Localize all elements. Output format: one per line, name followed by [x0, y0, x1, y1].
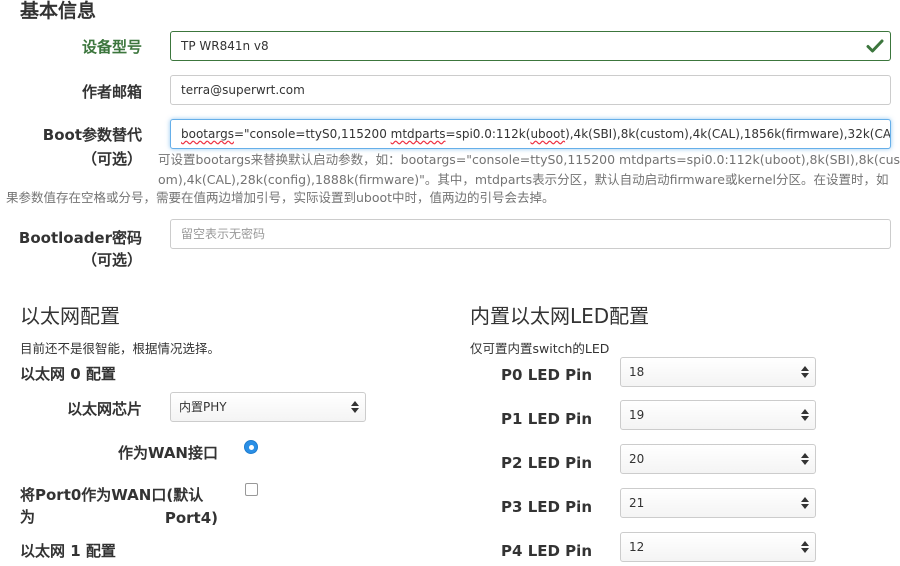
select-arrows-icon	[801, 409, 809, 421]
boot-args-label: Boot参数替代	[42, 126, 142, 144]
p3-led-pin-value: 21	[629, 496, 645, 510]
boot-args-text-3: =spi0.0:112k(	[445, 127, 531, 141]
boot-args-word-uboot: uboot	[530, 127, 566, 141]
author-email-value: terra@superwrt.com	[181, 83, 305, 97]
p2-led-pin-select[interactable]: 20	[620, 444, 816, 474]
device-model-value: TP WR841n v8	[181, 39, 269, 53]
eth1-config-title: 以太网 1 配置	[20, 542, 116, 560]
select-arrows-icon	[801, 366, 809, 378]
p2-led-pin-label: P2 LED Pin	[501, 454, 592, 472]
boot-args-help-line1: 可设置bootargs来替换默认启动参数，如：bootargs="console…	[158, 152, 900, 167]
select-arrows-icon	[801, 541, 809, 553]
led-config-title: 内置以太网LED配置	[470, 304, 650, 328]
author-email-input[interactable]: terra@superwrt.com	[170, 75, 891, 105]
ethernet-config-title: 以太网配置	[20, 304, 120, 328]
bootloader-password-label: Bootloader密码	[18, 229, 142, 247]
p0-led-pin-label: P0 LED Pin	[501, 366, 592, 384]
p3-led-pin-select[interactable]: 21	[620, 488, 816, 518]
select-arrows-icon	[801, 497, 809, 509]
p4-led-pin-label: P4 LED Pin	[501, 542, 592, 560]
p1-led-pin-value: 19	[629, 408, 645, 422]
boot-args-word-mtdparts: mtdparts	[390, 127, 446, 141]
device-model-label: 设备型号	[81, 38, 142, 56]
p4-led-pin-value: 12	[629, 540, 645, 554]
boot-args-text-2: ="console=ttyS0,115200	[233, 127, 391, 141]
p2-led-pin-value: 20	[629, 452, 645, 466]
boot-args-optional-label: （可选）	[81, 150, 142, 168]
boot-args-help-line3: 果参数值存在空格或分号，需要在值两边增加引号，实际设置到uboot中时，值两边的…	[6, 190, 555, 205]
p1-led-pin-label: P1 LED Pin	[501, 410, 592, 428]
port0-wan-checkbox[interactable]	[245, 483, 258, 496]
p0-led-pin-value: 18	[629, 365, 645, 379]
ethernet-chip-select[interactable]: 内置PHY	[170, 392, 366, 422]
p3-led-pin-label: P3 LED Pin	[501, 498, 592, 516]
author-email-label: 作者邮箱	[81, 83, 142, 101]
wan-interface-radio[interactable]	[244, 440, 258, 454]
p4-led-pin-select[interactable]: 12	[620, 532, 816, 562]
device-model-input[interactable]: TP WR841n v8	[170, 31, 891, 61]
port0-wan-label-line2: Port4)	[164, 509, 218, 527]
select-arrows-icon	[351, 401, 359, 413]
boot-args-input[interactable]: bootargs="console=ttyS0,115200 mtdparts=…	[170, 119, 891, 149]
ethernet-chip-label: 以太网芯片	[66, 400, 142, 418]
check-icon	[866, 39, 884, 53]
select-arrows-icon	[801, 453, 809, 465]
boot-args-word-bootargs: bootargs	[181, 127, 234, 141]
ethernet-chip-value: 内置PHY	[179, 400, 227, 414]
bootloader-password-optional-label: （可选）	[81, 251, 142, 269]
p1-led-pin-select[interactable]: 19	[620, 400, 816, 430]
bootloader-password-placeholder: 留空表示无密码	[181, 227, 266, 241]
bootloader-password-input[interactable]: 留空表示无密码	[170, 219, 891, 249]
p0-led-pin-select[interactable]: 18	[620, 357, 816, 387]
basic-info-title: 基本信息	[20, 0, 97, 22]
boot-args-text-4: ),4k(SBI),8k(custom),4k(CAL),1856k(firmw…	[565, 127, 891, 141]
ethernet-config-subtitle: 目前还不是很智能，根据情况选择。	[20, 341, 221, 356]
led-config-subtitle: 仅可置内置switch的LED	[470, 341, 610, 356]
wan-interface-label: 作为WAN接口	[117, 444, 218, 462]
eth0-config-title: 以太网 0 配置	[20, 365, 116, 383]
